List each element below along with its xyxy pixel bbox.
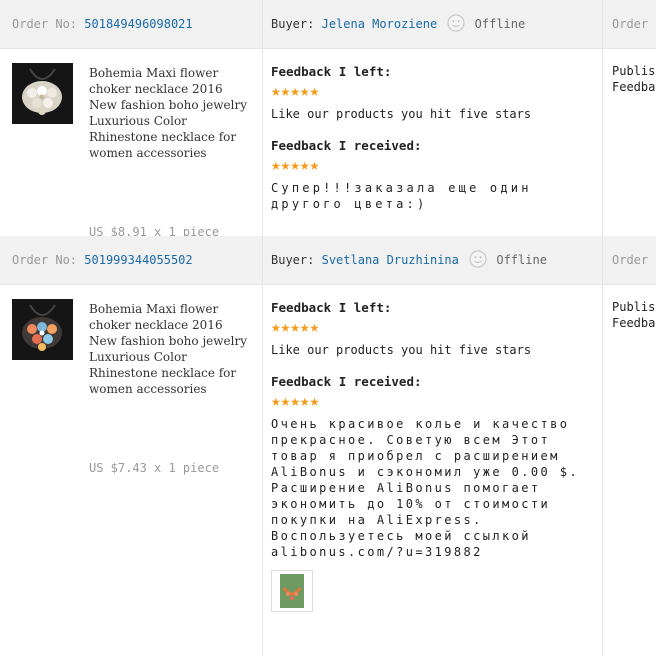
feedback-received-rating: ★★★★★: [271, 391, 591, 411]
star-icon: ★: [271, 81, 281, 100]
column-divider: [602, 236, 603, 284]
column-divider: [262, 236, 263, 284]
star-icon: ★: [290, 81, 300, 100]
star-icon: ★: [309, 391, 320, 410]
column-divider: [262, 285, 263, 656]
buyer-status: Offline: [496, 253, 547, 267]
feedback-panel: Feedback I left: ★★★★★ Like our products…: [271, 63, 591, 212]
publish-label[interactable]: Publish: [612, 63, 656, 79]
buyer-label: Buyer:: [271, 17, 315, 31]
feedback-left-rating: ★★★★★: [271, 317, 591, 337]
star-icon: ★: [280, 391, 291, 410]
column-divider: [602, 0, 603, 48]
product-thumbnail[interactable]: [12, 299, 73, 360]
order-block: Order No: 501849496098021 Buyer: Jelena …: [0, 0, 656, 239]
star-icon: ★: [299, 81, 310, 100]
buyer-info: Buyer: Svetlana Druzhinina Offline: [271, 236, 547, 284]
star-icon: ★: [271, 317, 281, 336]
star-icon: ★: [280, 81, 291, 100]
order-block: Order No: 501999344055502 Buyer: Svetlan…: [0, 236, 656, 656]
product-thumbnail[interactable]: [12, 63, 73, 124]
star-icon: ★: [271, 155, 281, 174]
feedback-left-title: Feedback I left:: [271, 300, 392, 315]
column-divider: [602, 49, 603, 236]
buyer-label: Buyer:: [271, 253, 315, 267]
feedback-left-title: Feedback I left:: [271, 64, 392, 79]
publish-label[interactable]: Publish: [612, 299, 656, 315]
star-icon: ★: [290, 391, 300, 410]
star-icon: ★: [309, 155, 320, 174]
star-icon: ★: [280, 317, 291, 336]
next-column-header: Order: [612, 17, 649, 31]
buyer-name-link[interactable]: Jelena Moroziene: [322, 17, 438, 31]
product-title[interactable]: Bohemia Maxi flower choker necklace 2016…: [89, 301, 253, 397]
buyer-status: Offline: [474, 17, 526, 31]
order-body: Bohemia Maxi flower choker necklace 2016…: [0, 285, 656, 656]
buyer-name-link[interactable]: Svetlana Druzhinina: [322, 253, 459, 267]
feedback-photo-image: [280, 574, 304, 608]
feedback-panel: Feedback I left: ★★★★★ Like our products…: [271, 299, 591, 612]
order-number-label: Order No:: [12, 17, 78, 31]
star-icon: ★: [271, 391, 281, 410]
publish-column: Publish Feedbac: [612, 299, 656, 331]
star-icon: ★: [299, 155, 310, 174]
feedback-photo[interactable]: [271, 570, 313, 612]
star-icon: ★: [299, 391, 310, 410]
feedback-received-rating: ★★★★★: [271, 155, 591, 175]
feedback-label: Feedbac: [612, 316, 656, 330]
order-number-link[interactable]: 501849496098021: [84, 17, 192, 31]
feedback-received-title: Feedback I received:: [271, 138, 422, 153]
star-icon: ★: [280, 155, 291, 174]
product-title[interactable]: Bohemia Maxi flower choker necklace 2016…: [89, 65, 253, 161]
feedback-label: Feedbac: [612, 80, 656, 94]
feedback-received-text: Супер!!!заказала еще один другого цвета:…: [271, 181, 532, 211]
star-icon: ★: [309, 81, 320, 100]
smiley-face-icon[interactable]: [447, 14, 466, 32]
order-header: Order No: 501849496098021 Buyer: Jelena …: [0, 0, 656, 49]
publish-column: Publish Feedbac: [612, 63, 656, 95]
order-header: Order No: 501999344055502 Buyer: Svetlan…: [0, 236, 656, 285]
order-body: Bohemia Maxi flower choker necklace 2016…: [0, 49, 656, 239]
smiley-face-icon[interactable]: [469, 250, 487, 268]
feedback-received-title: Feedback I received:: [271, 374, 422, 389]
next-column-header: Order: [612, 253, 649, 267]
star-icon: ★: [299, 317, 310, 336]
order-number: Order No: 501849496098021: [12, 0, 193, 48]
product-price: US $7.43 x 1 piece: [89, 461, 220, 475]
order-number-link[interactable]: 501999344055502: [84, 253, 192, 267]
star-icon: ★: [309, 317, 320, 336]
column-divider: [262, 0, 263, 48]
feedback-received-text: Очень красивое колье и качество прекрасн…: [271, 417, 579, 559]
feedback-left-rating: ★★★★★: [271, 81, 591, 101]
buyer-info: Buyer: Jelena Moroziene Offline: [271, 0, 525, 48]
feedback-left-text: Like our products you hit five stars: [271, 107, 532, 121]
feedback-left-text: Like our products you hit five stars: [271, 343, 532, 357]
order-number: Order No: 501999344055502: [12, 236, 193, 284]
order-number-label: Order No:: [12, 253, 78, 267]
column-divider: [262, 49, 263, 236]
column-divider: [602, 285, 603, 656]
star-icon: ★: [290, 155, 300, 174]
star-icon: ★: [290, 317, 300, 336]
